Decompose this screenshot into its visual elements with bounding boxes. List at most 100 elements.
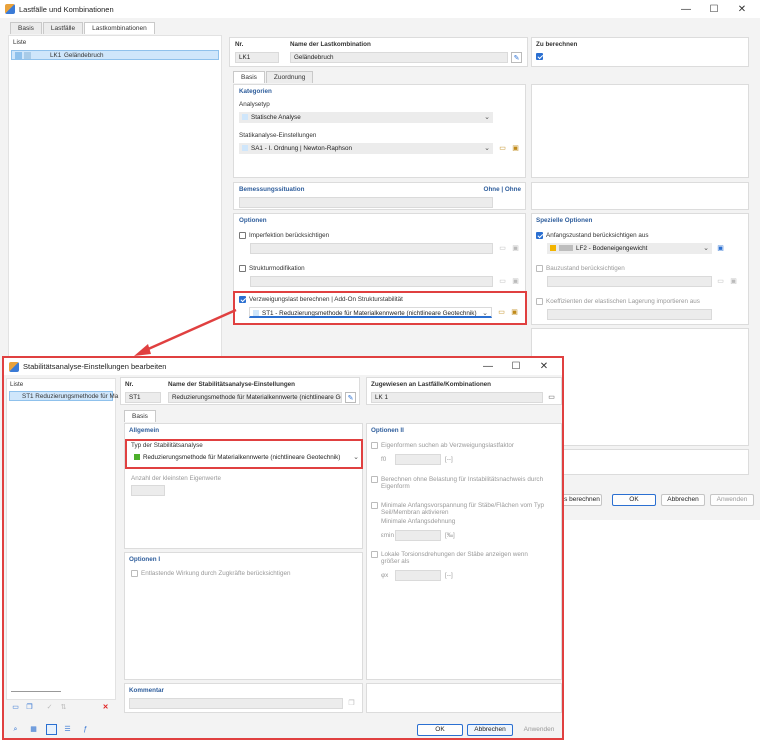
dialog-apply-button[interactable]: Anwenden [517,724,561,736]
maximize-icon[interactable]: ☐ [700,4,728,15]
opt2-f0-field [395,454,441,465]
design-situation-right: Ohne | Ohne [483,186,521,193]
minimize-icon[interactable]: — [672,4,700,15]
analysis-swatch-icon [242,114,248,120]
tab-lastfaelle[interactable]: Lastfälle [42,22,84,34]
to-calc-panel: Zu berechnen [531,37,749,67]
lk-no-field[interactable]: LK1 [235,52,279,63]
no-label: Nr. [235,41,244,48]
assigned-field[interactable]: LK 1 [371,392,543,403]
buckling-dropdown[interactable]: ST1 - Reduzierungsmethode für Materialke… [249,307,492,318]
design-situation-field[interactable] [239,197,493,208]
new-stability-icon[interactable]: ▭ [496,307,507,318]
tab-zuordnung[interactable]: Zuordnung [265,71,314,83]
list-item-lk1[interactable]: LK1 Geländebruch [11,50,219,60]
dialog-minimize-icon[interactable]: — [474,361,502,372]
dialog-cancel-button[interactable]: Abbrechen [467,724,513,736]
options1-head: Optionen I [129,556,161,563]
dialog-edit-name-icon[interactable]: ✎ [345,392,356,403]
edit-name-icon[interactable]: ✎ [511,52,522,63]
edit-imperfection-icon: ▣ [512,245,519,252]
dialog-close-icon[interactable]: ✕ [530,361,558,372]
imperfection-checkbox[interactable] [239,232,246,239]
to-calc-label: Zu berechnen [536,41,578,48]
opt2-eigen-label: Eigenformen suchen ab Verzweigungslastfa… [381,442,515,449]
dialog-no-field[interactable]: ST1 [125,392,161,403]
opt2-phi-unit: [--] [445,572,453,579]
type-highlight [125,439,363,469]
comment-copy-icon[interactable]: ❐ [346,698,357,709]
initial-state-label: Anfangszustand berücksichtigen aus [546,232,649,239]
to-calc-checkbox[interactable] [536,53,543,60]
dialog-maximize-icon[interactable]: ☐ [502,361,530,372]
new-item-icon[interactable]: ▭ [10,702,21,713]
main-cancel-button[interactable]: Abbrechen [661,494,705,506]
dialog-tab-basis[interactable]: Basis [124,410,156,422]
opt2-noload-label: Berechnen ohne Belastung für Instabilitä… [381,476,544,490]
search-icon[interactable]: ⌕ [10,724,21,735]
stability-dialog: Stabilitätsanalyse-Einstellungen bearbei… [2,356,564,740]
structure-mod-checkbox[interactable] [239,265,246,272]
buckling-swatch-icon [253,310,259,316]
main-apply-button[interactable]: Anwenden [710,494,754,506]
units-icon[interactable]: ▦ [28,724,39,735]
delete-icon[interactable]: ✕ [100,702,111,713]
lf-gray-swatch-icon [559,245,573,251]
opt2-phi-field [395,570,441,581]
edit-stability-icon[interactable]: ▣ [509,307,520,318]
copy-item-icon[interactable]: ❐ [24,702,35,713]
categories-panel: Kategorien Analysetyp Statische Analyse ⌄… [233,84,526,178]
analysis-type-label: Analysetyp [239,101,270,108]
tab-basis[interactable]: Basis [10,22,42,34]
dialog-ok-button[interactable]: OK [417,724,463,736]
edit-initial-state-icon[interactable]: ▣ [715,243,726,254]
main-ok-button[interactable]: OK [612,494,656,506]
edit-construction-icon: ▣ [730,278,737,285]
tab-inner-basis[interactable]: Basis [233,71,265,83]
relieving-label: Entlastende Wirkung durch Zugkräfte berü… [141,570,291,577]
imperfection-field [250,243,493,254]
new-structure-mod-icon: ▭ [499,278,506,285]
lk-name-field[interactable]: Geländebruch [290,52,508,63]
calculate-button[interactable]: s berechnen [562,494,602,506]
edit-structure-mod-icon: ▣ [512,278,519,285]
buckling-checkbox[interactable] [239,296,246,303]
formula-icon[interactable]: ƒ [80,724,91,735]
lk-swatch-icon [15,52,22,59]
dialog-list-item-st1[interactable]: ST1 Reduzierungsmethode für Ma [9,391,118,401]
elastic-coeff-checkbox [536,298,543,305]
new-construction-icon: ▭ [717,278,724,285]
opt2-emin-field [395,530,441,541]
chevron-down-icon: ⌄ [484,114,490,121]
view-icon[interactable] [46,724,57,735]
close-icon[interactable]: ✕ [728,4,756,15]
chevron-down-icon: ⌄ [482,310,488,317]
dialog-app-icon [9,361,19,372]
main-header-panel: Nr. LK1 Name der Lastkombination Gelände… [229,37,528,67]
tab-lastkombinationen[interactable]: Lastkombinationen [84,22,155,34]
imperfection-label: Imperfektion berücksichtigen [249,232,330,239]
list-scrollbar[interactable] [11,691,61,692]
dialog-name-field[interactable]: Reduzierungsmethode für Materialkennwert… [168,392,342,403]
assigned-panel: Zugewiesen an Lastfälle/Kombinationen LK… [366,377,562,405]
options1-panel: Optionen I Entlastende Wirkung durch Zug… [124,552,363,680]
eigen-count-label: Anzahl der kleinsten Eigenwerte [131,475,221,482]
list-icon[interactable]: ☰ [62,724,73,735]
assigned-select-icon[interactable]: ▭ [546,392,557,403]
eigen-count-field [131,485,165,496]
comment-field[interactable] [129,698,343,709]
static-settings-dropdown[interactable]: SA1 - I. Ordnung | Newton-Raphson ⌄ [239,143,493,154]
initial-state-dropdown[interactable]: LF2 - Bodeneigengewicht ⌄ [547,243,712,254]
list-header: Liste [13,39,27,46]
chevron-down-icon: ⌄ [484,145,490,152]
lk-swatch-icon [24,52,31,59]
opt2-eigen-checkbox [371,442,378,449]
initial-state-checkbox[interactable] [536,232,543,239]
opt2-f0-label: f0 [381,456,387,463]
design-situation-label: Bemessungssituation [239,186,305,193]
analysis-type-dropdown[interactable]: Statische Analyse ⌄ [239,112,493,123]
comment-panel: Kommentar ❐ [124,683,363,713]
new-settings-icon[interactable]: ▭ [497,143,508,154]
edit-settings-icon[interactable]: ▣ [510,143,521,154]
opt2-torsion-checkbox [371,551,378,558]
